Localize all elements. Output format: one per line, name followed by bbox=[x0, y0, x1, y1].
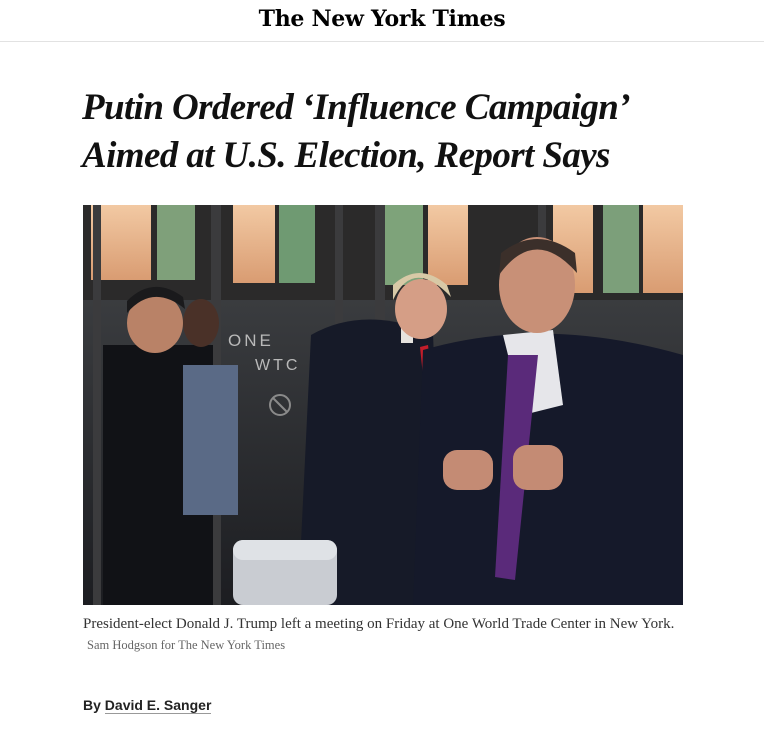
caption-text: President-elect Donald J. Trump left a m… bbox=[83, 616, 675, 632]
nyt-logo[interactable]: The New York Times bbox=[259, 6, 506, 32]
author-link[interactable]: David E. Sanger bbox=[104, 697, 212, 714]
photo-scene: ONE WTC bbox=[83, 205, 683, 605]
article-headline: Putin Ordered ‘Influence Campaign’ Aimed… bbox=[82, 87, 628, 176]
masthead: The New York Times bbox=[0, 0, 764, 42]
byline: By David E. Sanger bbox=[83, 697, 212, 714]
byline-prefix: By bbox=[83, 697, 101, 713]
article-photo: ONE WTC bbox=[83, 205, 683, 605]
sign-text-one: ONE bbox=[228, 331, 274, 350]
photo-credit: Sam Hodgson for The New York Times bbox=[87, 638, 286, 652]
photo-caption: President-elect Donald J. Trump left a m… bbox=[83, 614, 683, 656]
sign-text-wtc: WTC bbox=[255, 357, 300, 374]
